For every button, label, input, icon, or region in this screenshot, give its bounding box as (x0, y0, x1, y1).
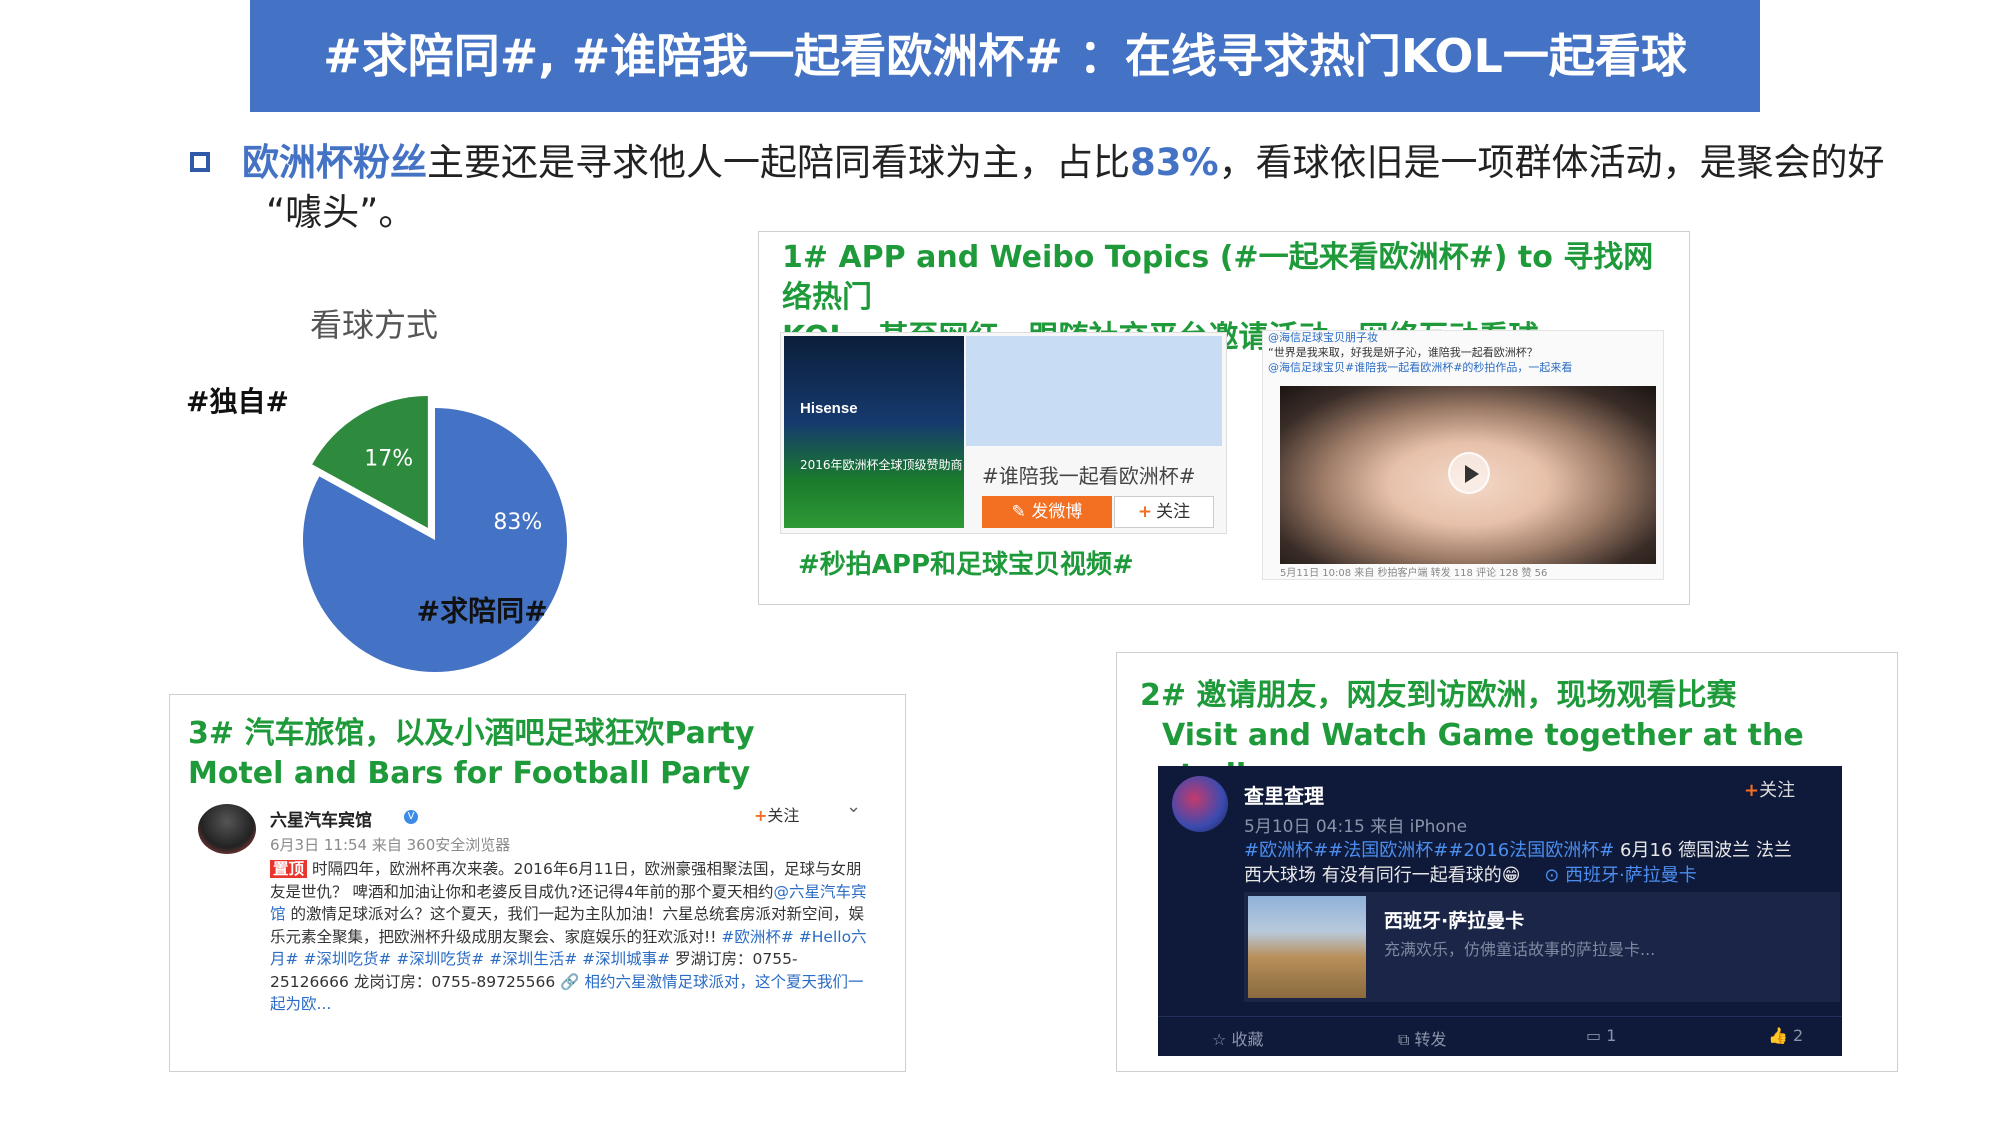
card1-caption: #秒拍APP和足球宝贝视频# (798, 550, 1134, 580)
location-card-title: 西班牙·萨拉曼卡 (1384, 910, 1525, 932)
plus-icon: + (1744, 780, 1760, 801)
post-time: 5月10日 04:15 来自 iPhone (1244, 817, 1468, 837)
location-pin-icon: ⊙ (1544, 865, 1566, 886)
topic-follow-button[interactable]: + 关注 (1114, 496, 1214, 528)
post-text-1: 6月16 德国波兰 法兰 (1620, 840, 1792, 861)
post-time: 6月3日 11:54 来自 360安全浏览器 (270, 836, 511, 854)
verified-icon: V (404, 810, 418, 824)
post-body: #欧洲杯##法国欧洲杯##2016法国欧洲杯# 6月16 德国波兰 法兰 西大球… (1244, 838, 1840, 888)
topic-banner-image (966, 336, 1222, 446)
logo-subtitle: 2016年欧洲杯全球顶级赞助商 (800, 458, 963, 472)
summary-highlight-percent: 83% (1130, 141, 1219, 184)
pie-legend-solo: #独自# (186, 385, 289, 418)
bullet-square-icon (190, 152, 210, 172)
repost-label: 转发 (1414, 1030, 1447, 1049)
card2-title-line1: 2# 邀请朋友，网友到访欧洲，现场观看比赛 (1140, 678, 1737, 713)
repost-icon: ⧉ (1398, 1030, 1415, 1049)
card3-title-line2: Motel and Bars for Football Party (188, 756, 751, 791)
play-icon[interactable] (1448, 452, 1490, 494)
chevron-down-icon[interactable]: ⌄ (846, 796, 861, 817)
post-weibo-label: 发微博 (1031, 502, 1083, 522)
summary-text-1: 主要还是寻求他人一起陪同看球为主，占比 (427, 141, 1130, 184)
pie-label-accompany-name: #求陪同# (417, 594, 548, 627)
like-button[interactable]: 👍 2 (1768, 1026, 1803, 1045)
thumbs-up-icon: 👍 (1768, 1026, 1794, 1045)
topic-hashtag: #谁陪我一起看欧洲杯# (982, 464, 1196, 488)
video-post-footer: 5月11日 10:08 来自 秒拍客户端 转发 118 评论 128 赞 56 (1280, 568, 1548, 579)
pie-label-accompany-percent: 83% (493, 510, 542, 535)
summary-bullet: 欧洲杯粉丝主要还是寻求他人一起陪同看球为主，占比83%，看球依旧是一项群体活动，… (242, 138, 1942, 238)
edit-icon: ✎ (1011, 502, 1032, 522)
post-follow-label: 关注 (767, 806, 800, 825)
plus-icon: + (754, 806, 768, 825)
pie-title: 看球方式 (310, 306, 439, 344)
video-author[interactable]: @海信足球宝贝朋子妆 (1268, 330, 1658, 345)
logo-brand: Hisense (800, 400, 858, 417)
summary-text-3: “噱头”。 (266, 191, 416, 234)
location-card-desc: 充满欢乐，仿佛童话故事的萨拉曼卡... (1384, 940, 1656, 959)
video-text-1: “世界是我来取，好我是妍子沁，谁陪我一起看欧洲杯？ (1268, 346, 1538, 359)
post-follow-button[interactable]: +关注 (1744, 776, 1795, 802)
post-body: 置顶 时隔四年，欧洲杯再次来袭。2016年6月11日，欧洲豪强相聚法国，足球与女… (270, 858, 868, 1016)
salamanca-plaza-image (1248, 896, 1366, 998)
card1-title-line1: 1# APP and Weibo Topics (#一起来看欧洲杯#) to 寻… (782, 240, 1654, 315)
comment-button[interactable]: ▭ 1 (1586, 1026, 1616, 1045)
card3-title: 3# 汽车旅馆，以及小酒吧足球狂欢Party Motel and Bars fo… (188, 714, 888, 794)
avatar[interactable] (198, 804, 256, 854)
favorite-label: 收藏 (1231, 1030, 1264, 1049)
location-link[interactable]: ⊙ 西班牙·萨拉曼卡 (1544, 865, 1697, 886)
topic-follow-label: 关注 (1156, 502, 1191, 522)
card3-title-line1: 3# 汽车旅馆，以及小酒吧足球狂欢Party (188, 716, 755, 751)
post-text-2: 啤酒和加油让你和老婆反目成仇?还记得4年前的那个夏天相约 (352, 882, 774, 901)
comment-count: 1 (1606, 1026, 1617, 1045)
favorite-button[interactable]: ☆ 收藏 (1212, 1026, 1263, 1050)
hisense-euro-logo (784, 336, 964, 528)
star-icon: ☆ (1212, 1030, 1232, 1049)
pie-chart: 83% 17% #求陪同# (303, 395, 567, 672)
like-count: 2 (1793, 1026, 1804, 1045)
comment-icon: ▭ (1586, 1026, 1607, 1045)
avatar[interactable] (1172, 776, 1228, 832)
summary-highlight-fans: 欧洲杯粉丝 (242, 141, 427, 184)
post-follow-label: 关注 (1759, 780, 1796, 801)
video-post-header: @海信足球宝贝朋子妆 “世界是我来取，好我是妍子沁，谁陪我一起看欧洲杯？ @海信… (1268, 330, 1658, 375)
link-icon: 🔗 (560, 972, 585, 991)
pie-label-solo-percent: 17% (364, 447, 413, 472)
post-hashtags[interactable]: #欧洲杯##法国欧洲杯##2016法国欧洲杯# (1244, 840, 1614, 861)
summary-text-2: ，看球依旧是一项群体活动，是聚会的好 (1218, 141, 1885, 184)
repost-button[interactable]: ⧉ 转发 (1398, 1026, 1447, 1050)
location-label: 西班牙·萨拉曼卡 (1565, 865, 1697, 886)
video-text-2: @海信足球宝贝#谁陪我一起看欧洲杯#的秒拍作品，一起来看 (1268, 361, 1573, 374)
post-author[interactable]: 六星汽车宾馆 (270, 806, 372, 831)
pinned-badge: 置顶 (270, 860, 308, 878)
title-banner: #求陪同#, #谁陪我一起看欧洲杯# ：在线寻求热门KOL一起看球 (250, 0, 1760, 112)
plus-icon: + (1137, 502, 1153, 522)
post-follow-button[interactable]: +关注 (754, 802, 799, 826)
post-weibo-button[interactable]: ✎ 发微博 (982, 496, 1112, 528)
post-text-2: 西大球场 有没有同行一起看球的😁 (1244, 865, 1521, 886)
post-author[interactable]: 查里查理 (1244, 780, 1324, 809)
page-title: #求陪同#, #谁陪我一起看欧洲杯# ：在线寻求热门KOL一起看球 (323, 29, 1687, 83)
